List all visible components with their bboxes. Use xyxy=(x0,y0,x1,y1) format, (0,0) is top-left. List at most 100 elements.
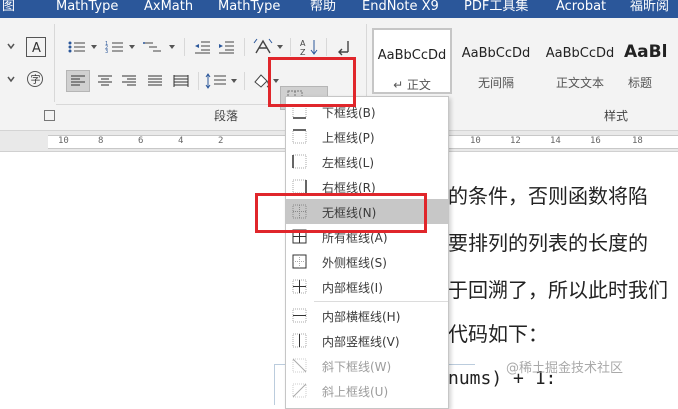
style-name: 标题 xyxy=(628,76,653,90)
tab-mathtype-2[interactable]: MathType xyxy=(218,0,280,18)
character-border-icon[interactable]: A xyxy=(26,37,46,57)
tab-pdf-tools[interactable]: PDF工具集 xyxy=(464,0,528,18)
tab-endnote[interactable]: EndNote X9 xyxy=(362,0,439,18)
tab-help[interactable]: 帮助 xyxy=(310,0,336,18)
styles-group-label: 样式 xyxy=(604,109,629,123)
bullets-dropdown-icon[interactable] xyxy=(90,42,98,52)
decrease-indent-icon[interactable] xyxy=(192,38,212,56)
line-spacing-dropdown-icon[interactable] xyxy=(230,76,238,86)
paragraph-group-label: 段落 xyxy=(214,109,239,123)
menu-item-label: 左框线(L) xyxy=(322,156,375,170)
style-no-spacing[interactable]: AaBbCcDd 无间隔 xyxy=(456,28,536,94)
numbering-icon[interactable]: 123 xyxy=(104,38,126,56)
ruler-number: 4 xyxy=(178,136,184,146)
menu-item-inside-borders[interactable]: 内部框线(I) xyxy=(286,274,448,299)
line-spacing-icon[interactable] xyxy=(204,70,228,92)
separator xyxy=(244,38,245,56)
ruler-number: 16 xyxy=(590,136,601,146)
style-preview: AaBbCcDd xyxy=(377,48,447,63)
show-formatting-marks-icon[interactable] xyxy=(334,37,354,57)
enclose-character-icon[interactable]: 字 xyxy=(26,70,44,88)
menu-item-label: 斜上框线(U) xyxy=(322,385,389,399)
ruler-number: 10 xyxy=(58,136,69,146)
align-right-icon[interactable] xyxy=(118,70,140,92)
style-body-text[interactable]: AaBbCcDd 正文文本 xyxy=(540,28,620,94)
ruler-number: 12 xyxy=(510,136,521,146)
ribbon-tab-bar: 图 MathType AxMath MathType 帮助 EndNote X9… xyxy=(0,0,678,18)
menu-item-diagonal-up[interactable]: 斜上框线(U) xyxy=(286,378,448,403)
tab-foxit[interactable]: 福昕阅 xyxy=(630,0,669,18)
distributed-icon[interactable] xyxy=(170,70,192,92)
align-center-icon[interactable] xyxy=(94,70,116,92)
tab-image[interactable]: 图 xyxy=(2,0,15,18)
menu-item-label: 内部竖框线(V) xyxy=(322,335,400,349)
style-name: 无间隔 xyxy=(477,76,514,90)
style-heading[interactable]: AaBl 标题 xyxy=(618,28,678,94)
ruler-number: 18 xyxy=(632,136,643,146)
multilevel-list-icon[interactable] xyxy=(142,38,166,56)
top-border-icon xyxy=(292,129,307,144)
inside-vertical-border-icon xyxy=(292,333,307,348)
svg-text:A: A xyxy=(32,41,41,54)
tab-acrobat[interactable]: Acrobat xyxy=(556,0,606,18)
diagonal-down-border-icon xyxy=(292,358,307,373)
font-dropdown-arrow-icon[interactable] xyxy=(4,39,18,53)
separator xyxy=(244,72,245,90)
document-line: 于回溯了，所以此时我们 xyxy=(448,278,668,302)
ruler-number: 6 xyxy=(138,136,144,146)
menu-item-label: 斜下框线(W) xyxy=(322,360,392,374)
diagonal-up-border-icon xyxy=(292,383,307,398)
style-normal[interactable]: AaBbCcDd ↵ 正文 xyxy=(372,28,452,94)
numbering-dropdown-icon[interactable] xyxy=(128,42,136,52)
highlight-borders-button xyxy=(268,57,356,107)
outside-borders-icon xyxy=(292,254,307,269)
menu-item-inside-horizontal[interactable]: 内部横框线(H) xyxy=(286,303,448,328)
ruler-number: 2 xyxy=(218,136,224,146)
separator xyxy=(184,38,185,56)
svg-text:Z: Z xyxy=(300,48,306,56)
menu-item-left-border[interactable]: 左框线(L) xyxy=(286,149,448,174)
watermark: @稀土掘金技术社区 xyxy=(506,361,624,376)
style-preview: AaBbCcDd xyxy=(545,46,615,61)
bullets-icon[interactable] xyxy=(66,38,88,56)
separator xyxy=(326,38,327,56)
svg-text:字: 字 xyxy=(31,73,41,86)
menu-item-outside-borders[interactable]: 外侧框线(S) xyxy=(286,249,448,274)
separator xyxy=(198,72,199,90)
justify-icon[interactable] xyxy=(144,70,166,92)
sort-icon[interactable]: AZ xyxy=(298,37,320,57)
styles-gallery: AaBbCcDd ↵ 正文 AaBbCcDd 无间隔 AaBbCcDd 正文文本… xyxy=(372,26,678,104)
document-line: 的条件，否则函数将陷 xyxy=(448,184,648,208)
inside-horizontal-border-icon xyxy=(292,308,307,323)
left-border-icon xyxy=(292,154,307,169)
tab-axmath[interactable]: AxMath xyxy=(144,0,193,18)
menu-item-label: 内部框线(I) xyxy=(322,281,383,295)
ruler-number: 10 xyxy=(470,136,481,146)
separator xyxy=(290,38,291,56)
align-left-icon[interactable] xyxy=(66,70,90,92)
svg-text:A: A xyxy=(300,39,306,48)
tab-mathtype[interactable]: MathType xyxy=(56,0,118,18)
menu-item-label: 上框线(P) xyxy=(322,131,375,145)
font-dialog-launcher-icon[interactable] xyxy=(44,110,55,121)
chinese-layout-icon[interactable] xyxy=(252,37,274,57)
menu-item-inside-vertical[interactable]: 内部竖框线(V) xyxy=(286,328,448,353)
ruler-number: 8 xyxy=(98,136,104,146)
style-name: 正文文本 xyxy=(555,76,604,90)
menu-item-label: 外侧框线(S) xyxy=(322,256,387,270)
chinese-layout-dropdown-icon[interactable] xyxy=(276,42,284,52)
menu-item-top-border[interactable]: 上框线(P) xyxy=(286,124,448,149)
menu-item-label: 内部横框线(H) xyxy=(322,310,401,324)
document-line: 要排列的列表的长度的 xyxy=(448,231,648,255)
increase-indent-icon[interactable] xyxy=(216,38,236,56)
multilevel-dropdown-icon[interactable] xyxy=(168,42,176,52)
font-arrow-icon[interactable] xyxy=(4,72,18,86)
menu-separator xyxy=(314,301,448,302)
borders-dropdown-menu: 下框线(B) 上框线(P) 左框线(L) 右框线(R) 无框线(N) 所有框线(… xyxy=(285,96,449,409)
right-border-icon xyxy=(292,179,307,194)
group-separator xyxy=(54,24,55,102)
highlight-no-border-item xyxy=(255,193,427,233)
menu-item-diagonal-down[interactable]: 斜下框线(W) xyxy=(286,353,448,378)
inside-borders-icon xyxy=(292,279,307,294)
style-preview: AaBl xyxy=(624,42,668,62)
